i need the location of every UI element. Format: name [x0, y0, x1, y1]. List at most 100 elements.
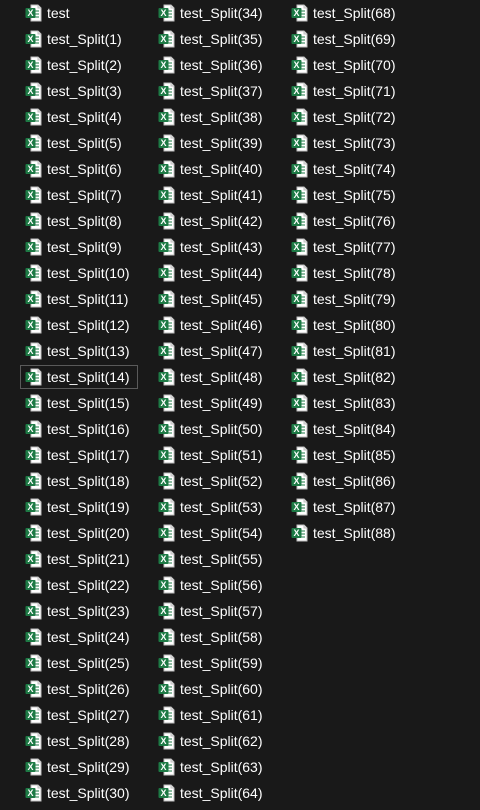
file-item[interactable]: Xtest_Split(26)	[20, 677, 138, 701]
file-item[interactable]: Xtest_Split(35)	[153, 27, 271, 51]
file-item[interactable]: Xtest_Split(74)	[286, 157, 404, 181]
file-item[interactable]: Xtest_Split(46)	[153, 313, 271, 337]
excel-file-icon: X	[158, 160, 175, 178]
file-item[interactable]: Xtest_Split(83)	[286, 391, 404, 415]
file-item[interactable]: Xtest_Split(18)	[20, 469, 138, 493]
file-item[interactable]: Xtest_Split(84)	[286, 417, 404, 441]
file-item[interactable]: Xtest_Split(3)	[20, 79, 138, 103]
file-item[interactable]: Xtest_Split(25)	[20, 651, 138, 675]
file-item[interactable]: Xtest_Split(81)	[286, 339, 404, 363]
file-item[interactable]: Xtest_Split(37)	[153, 79, 271, 103]
file-item[interactable]: Xtest_Split(76)	[286, 209, 404, 233]
file-item[interactable]: Xtest_Split(45)	[153, 287, 271, 311]
file-list[interactable]: Xtest Xtest_Split(1) Xtest_Split(2) Xtest_S…	[0, 0, 480, 810]
file-item[interactable]: Xtest_Split(5)	[20, 131, 138, 155]
file-item[interactable]: Xtest_Split(2)	[20, 53, 138, 77]
file-item[interactable]: Xtest_Split(44)	[153, 261, 271, 285]
file-item[interactable]: Xtest_Split(4)	[20, 105, 138, 129]
file-item[interactable]: Xtest_Split(57)	[153, 599, 271, 623]
file-item[interactable]: Xtest_Split(56)	[153, 573, 271, 597]
file-item[interactable]: Xtest_Split(61)	[153, 703, 271, 727]
file-item[interactable]: Xtest_Split(73)	[286, 131, 404, 155]
file-name-label: test	[47, 5, 70, 21]
file-item[interactable]: Xtest_Split(85)	[286, 443, 404, 467]
file-name-label: test_Split(72)	[313, 109, 396, 125]
file-item[interactable]: Xtest_Split(28)	[20, 729, 138, 753]
excel-file-icon: X	[291, 342, 308, 360]
file-item[interactable]: Xtest_Split(41)	[153, 183, 271, 207]
file-item[interactable]: Xtest_Split(11)	[20, 287, 138, 311]
file-item[interactable]: Xtest_Split(12)	[20, 313, 138, 337]
file-item[interactable]: Xtest_Split(72)	[286, 105, 404, 129]
file-item[interactable]: Xtest_Split(24)	[20, 625, 138, 649]
file-item[interactable]: Xtest_Split(9)	[20, 235, 138, 259]
file-item[interactable]: Xtest_Split(58)	[153, 625, 271, 649]
file-item[interactable]: Xtest_Split(80)	[286, 313, 404, 337]
file-name-label: test_Split(34)	[180, 5, 263, 21]
file-item[interactable]: Xtest_Split(14)	[20, 365, 138, 389]
file-name-label: test_Split(62)	[180, 733, 263, 749]
file-item[interactable]: Xtest_Split(70)	[286, 53, 404, 77]
file-item[interactable]: Xtest_Split(87)	[286, 495, 404, 519]
file-item[interactable]: Xtest_Split(47)	[153, 339, 271, 363]
file-item[interactable]: Xtest_Split(39)	[153, 131, 271, 155]
file-item[interactable]: Xtest_Split(62)	[153, 729, 271, 753]
file-item[interactable]: Xtest_Split(60)	[153, 677, 271, 701]
file-item[interactable]: Xtest_Split(53)	[153, 495, 271, 519]
file-item[interactable]: Xtest_Split(30)	[20, 781, 138, 805]
file-item[interactable]: Xtest_Split(48)	[153, 365, 271, 389]
svg-text:X: X	[27, 684, 33, 694]
file-item[interactable]: Xtest_Split(20)	[20, 521, 138, 545]
file-item[interactable]: Xtest_Split(27)	[20, 703, 138, 727]
file-item[interactable]: Xtest_Split(71)	[286, 79, 404, 103]
file-item[interactable]: Xtest_Split(75)	[286, 183, 404, 207]
file-item[interactable]: Xtest_Split(19)	[20, 495, 138, 519]
file-item[interactable]: Xtest_Split(78)	[286, 261, 404, 285]
file-item[interactable]: Xtest_Split(6)	[20, 157, 138, 181]
svg-text:X: X	[160, 164, 166, 174]
file-item[interactable]: Xtest_Split(88)	[286, 521, 404, 545]
file-item[interactable]: Xtest_Split(16)	[20, 417, 138, 441]
file-item[interactable]: Xtest_Split(82)	[286, 365, 404, 389]
file-item[interactable]: Xtest_Split(51)	[153, 443, 271, 467]
file-item[interactable]: Xtest_Split(17)	[20, 443, 138, 467]
file-item[interactable]: Xtest_Split(42)	[153, 209, 271, 233]
file-item[interactable]: Xtest_Split(49)	[153, 391, 271, 415]
file-item[interactable]: Xtest_Split(15)	[20, 391, 138, 415]
file-item[interactable]: Xtest_Split(36)	[153, 53, 271, 77]
file-item[interactable]: Xtest_Split(13)	[20, 339, 138, 363]
file-item[interactable]: Xtest_Split(86)	[286, 469, 404, 493]
excel-file-icon: X	[25, 342, 42, 360]
excel-file-icon: X	[158, 290, 175, 308]
file-item[interactable]: Xtest_Split(55)	[153, 547, 271, 571]
file-item[interactable]: Xtest_Split(54)	[153, 521, 271, 545]
file-item[interactable]: Xtest_Split(7)	[20, 183, 138, 207]
file-item[interactable]: Xtest_Split(79)	[286, 287, 404, 311]
file-name-label: test_Split(4)	[47, 109, 122, 125]
file-item[interactable]: Xtest_Split(29)	[20, 755, 138, 779]
file-item[interactable]: Xtest_Split(63)	[153, 755, 271, 779]
file-item[interactable]: Xtest_Split(59)	[153, 651, 271, 675]
file-item[interactable]: Xtest_Split(21)	[20, 547, 138, 571]
file-name-label: test_Split(22)	[47, 577, 130, 593]
svg-text:X: X	[160, 502, 166, 512]
file-item[interactable]: Xtest	[20, 1, 138, 25]
file-item[interactable]: Xtest_Split(8)	[20, 209, 138, 233]
file-item[interactable]: Xtest_Split(52)	[153, 469, 271, 493]
file-item[interactable]: Xtest_Split(69)	[286, 27, 404, 51]
file-item[interactable]: Xtest_Split(40)	[153, 157, 271, 181]
excel-file-icon: X	[158, 732, 175, 750]
file-item[interactable]: Xtest_Split(23)	[20, 599, 138, 623]
file-item[interactable]: Xtest_Split(10)	[20, 261, 138, 285]
file-item[interactable]: Xtest_Split(43)	[153, 235, 271, 259]
file-item[interactable]: Xtest_Split(50)	[153, 417, 271, 441]
excel-file-icon: X	[25, 134, 42, 152]
svg-text:X: X	[160, 216, 166, 226]
file-item[interactable]: Xtest_Split(22)	[20, 573, 138, 597]
file-item[interactable]: Xtest_Split(68)	[286, 1, 404, 25]
file-item[interactable]: Xtest_Split(1)	[20, 27, 138, 51]
file-item[interactable]: Xtest_Split(38)	[153, 105, 271, 129]
file-item[interactable]: Xtest_Split(34)	[153, 1, 271, 25]
file-item[interactable]: Xtest_Split(77)	[286, 235, 404, 259]
file-item[interactable]: Xtest_Split(64)	[153, 781, 271, 805]
